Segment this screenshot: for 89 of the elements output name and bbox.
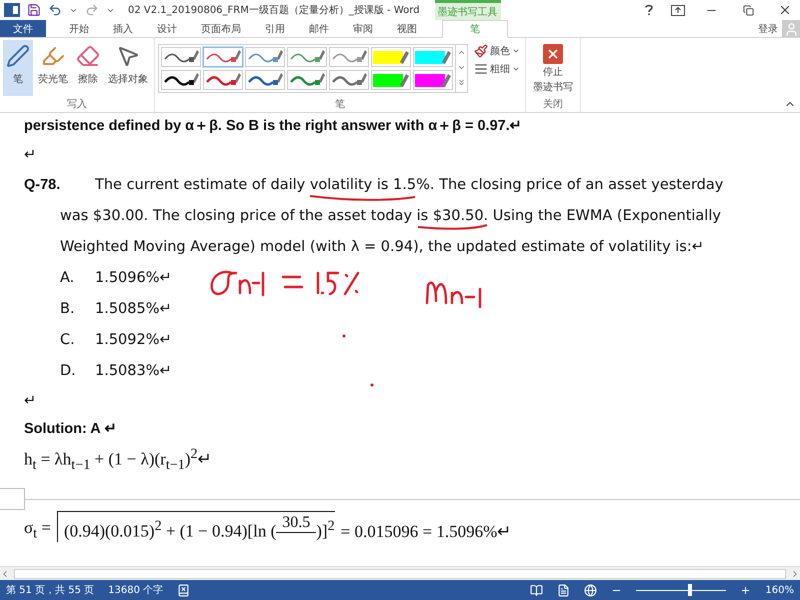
pen-swatch[interactable]	[287, 47, 327, 67]
ink-dot	[342, 334, 346, 338]
option-text: 1.5083%↵	[95, 364, 172, 380]
window-title: 02 V2.1_20190806_FRM一级百题（定量分析）_授课版 - Word	[128, 4, 420, 17]
proofing-icon[interactable]	[177, 584, 190, 596]
pen-swatch[interactable]	[245, 70, 285, 90]
question-text: Weighted Moving Average) model (with λ = 0.94), the updated estimate of volatility is:↵	[60, 240, 704, 256]
zoom-in-icon[interactable]	[740, 584, 752, 596]
handwritten-formula-drawing	[426, 282, 482, 308]
group-label: 写入	[67, 98, 87, 112]
ribbon-tab[interactable]: 引用	[254, 20, 296, 37]
ink-dot	[370, 384, 374, 386]
pen-swatch[interactable]	[245, 47, 285, 67]
pen-swatch[interactable]	[161, 70, 201, 90]
document-text: persistence defined by α＋β. So B is the right answer with α＋β = 0.97.↵	[24, 119, 523, 135]
pen-swatch[interactable]	[203, 47, 243, 67]
question-text: The current estimate of daily volatility is 1.5%. The closing price of an asset yesterday	[95, 178, 724, 194]
option-text: 1.5096%↵	[95, 270, 172, 286]
option-text: 1.5092%↵	[95, 332, 172, 348]
page-count[interactable]: 第 51 页，共 55 页	[6, 583, 94, 597]
pen-stroke-icon	[332, 73, 367, 86]
stop-inking-button[interactable]: 停止 墨迹书写	[529, 40, 577, 98]
pen-stroke-icon	[248, 73, 283, 86]
caret-icon	[512, 65, 520, 73]
ribbon-tab[interactable]: 插入	[102, 20, 144, 37]
undo-icon[interactable]	[48, 3, 62, 17]
print-layout-icon[interactable]	[557, 584, 570, 596]
option-letter: B.	[60, 302, 76, 318]
group-label: 笔	[335, 98, 345, 112]
pen-stroke-icon	[206, 50, 241, 62]
web-layout-icon[interactable]	[584, 584, 598, 596]
paragraph-mark: ↵	[24, 394, 36, 410]
option-letter: A.	[60, 270, 76, 286]
save-icon[interactable]	[27, 3, 41, 17]
color-dropdown[interactable]: 颜色	[472, 42, 522, 60]
pen-stroke-icon	[206, 73, 241, 86]
caret-icon	[512, 47, 520, 55]
ribbon-tab[interactable]: 邮件	[298, 20, 340, 37]
ribbon-tab[interactable]: 审阅	[342, 20, 384, 37]
paragraph-mark: ↵	[24, 148, 36, 164]
thickness-dropdown[interactable]: 粗细	[472, 60, 522, 78]
pen-stroke-icon	[164, 73, 199, 86]
ribbon-tab[interactable]: 设计	[146, 20, 188, 37]
ink-tool-button[interactable]: 笔	[3, 40, 33, 96]
pen-stroke-icon	[332, 50, 367, 62]
lines-icon	[474, 62, 488, 76]
question-text: was $30.00. The closing price of the asset today is $30.50. Using the EWMA (Exponentially	[60, 208, 721, 224]
app-logo-icon	[4, 3, 20, 17]
sign-in-link[interactable]: 登录	[758, 22, 778, 36]
handwritten-underline	[418, 224, 488, 230]
eraser-icon	[76, 44, 100, 68]
ribbon-tab[interactable]: 文件	[0, 20, 46, 37]
zoom-slider-thumb[interactable]	[688, 584, 692, 596]
ink-tool-button[interactable]: 擦除	[73, 40, 103, 96]
pen-icon	[6, 44, 30, 68]
close-icon	[543, 44, 563, 64]
brush-icon	[474, 44, 488, 58]
pen-swatch[interactable]	[287, 70, 327, 90]
pen-stroke-icon	[248, 50, 283, 62]
formula-text: h$_{t}$ = λh$_{t−1}$ + (1 − λ)(r$_{t−1}$)$^{2}$↵	[24, 447, 212, 474]
ribbon-tab[interactable]: 视图	[386, 20, 428, 37]
option-letter: C.	[60, 332, 76, 348]
pen-swatch[interactable]	[203, 70, 243, 90]
ribbon-tab[interactable]: 页面布局	[190, 20, 252, 37]
group-label: 关闭	[543, 98, 563, 112]
word-count[interactable]: 13680 个字	[108, 583, 164, 597]
option-letter: D.	[60, 364, 77, 380]
scrollbar-thumb[interactable]	[14, 568, 786, 578]
pen-stroke-icon	[164, 50, 199, 62]
formula-result: = 0.015096 = 1.5096%↵	[340, 523, 512, 542]
highlighter-icon	[41, 44, 65, 68]
pointer-icon	[116, 44, 140, 68]
context-tab-header: 墨迹书写工具	[434, 0, 501, 20]
document-text: Solution: A ↵	[24, 422, 118, 438]
square-root-formula: (0.94)(0.015)$^{2}$ + (1 − 0.94)[ln ( 30.5 )]$^{2}$	[56, 511, 335, 542]
formula-text: σ$_{t}$ =	[24, 519, 51, 542]
pen-swatch[interactable]	[329, 70, 369, 90]
question-number: Q-78.	[24, 178, 62, 194]
ink-tool-button[interactable]: 荧光笔	[35, 40, 71, 96]
pen-swatch[interactable]	[329, 47, 369, 67]
pen-stroke-icon	[290, 50, 325, 62]
ink-tool-button[interactable]: 选择对象	[105, 40, 151, 96]
zoom-level[interactable]: 160%	[765, 584, 794, 596]
pen-stroke-icon	[290, 73, 325, 86]
option-text: 1.5085%↵	[95, 302, 172, 318]
pen-swatch[interactable]	[161, 47, 201, 67]
ribbon-tab[interactable]: 开始	[58, 20, 100, 37]
read-mode-icon[interactable]	[530, 584, 544, 596]
ribbon-tab[interactable]: 笔	[442, 20, 508, 38]
